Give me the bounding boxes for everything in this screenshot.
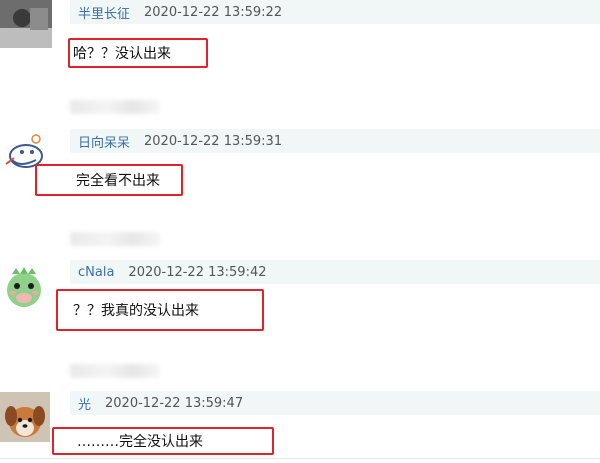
username-link[interactable]: cNala bbox=[78, 265, 114, 280]
timestamp: 2020-12-22 13:59:22 bbox=[144, 4, 283, 20]
message-box: 哈？？没认出来 bbox=[68, 38, 208, 68]
dog-photo-avatar-icon bbox=[0, 392, 50, 442]
person-photo-avatar-icon bbox=[0, 0, 52, 48]
username-link[interactable]: 半里长征 bbox=[78, 3, 130, 22]
message-text: 完全看不出来 bbox=[76, 173, 160, 189]
timestamp: 2020-12-22 13:59:42 bbox=[128, 264, 267, 280]
blurred-text bbox=[70, 364, 160, 378]
comment-meta: 光 2020-12-22 13:59:47 bbox=[70, 391, 600, 415]
avatar[interactable] bbox=[0, 0, 52, 48]
timestamp: 2020-12-22 13:59:47 bbox=[105, 395, 244, 411]
username-link[interactable]: 光 bbox=[78, 394, 91, 413]
comment-meta: 半里长征 2020-12-22 13:59:22 bbox=[70, 0, 600, 24]
blurred-text bbox=[70, 232, 160, 246]
message-box: ………完全没认出来 bbox=[52, 427, 274, 455]
comment-meta: 日向呆呆 2020-12-22 13:59:31 bbox=[70, 129, 600, 153]
comment-meta: cNala 2020-12-22 13:59:42 bbox=[70, 260, 600, 284]
username-link[interactable]: 日向呆呆 bbox=[78, 132, 130, 151]
message-text: ？？我真的没认出来 bbox=[73, 303, 199, 319]
comment-list: 半里长征 2020-12-22 13:59:22 哈？？没认出来 日向呆呆 20… bbox=[0, 0, 600, 463]
green-dinosaur-avatar-icon bbox=[0, 262, 48, 310]
message-box: 完全看不出来 bbox=[35, 164, 183, 196]
blurred-text bbox=[70, 100, 160, 114]
timestamp: 2020-12-22 13:59:31 bbox=[144, 133, 283, 149]
message-text: ………完全没认出来 bbox=[77, 434, 203, 450]
divider bbox=[0, 458, 600, 459]
message-box: ？？我真的没认出来 bbox=[56, 289, 264, 331]
avatar[interactable] bbox=[0, 392, 50, 442]
message-text: 哈？？没认出来 bbox=[73, 46, 171, 62]
avatar[interactable] bbox=[0, 262, 48, 310]
